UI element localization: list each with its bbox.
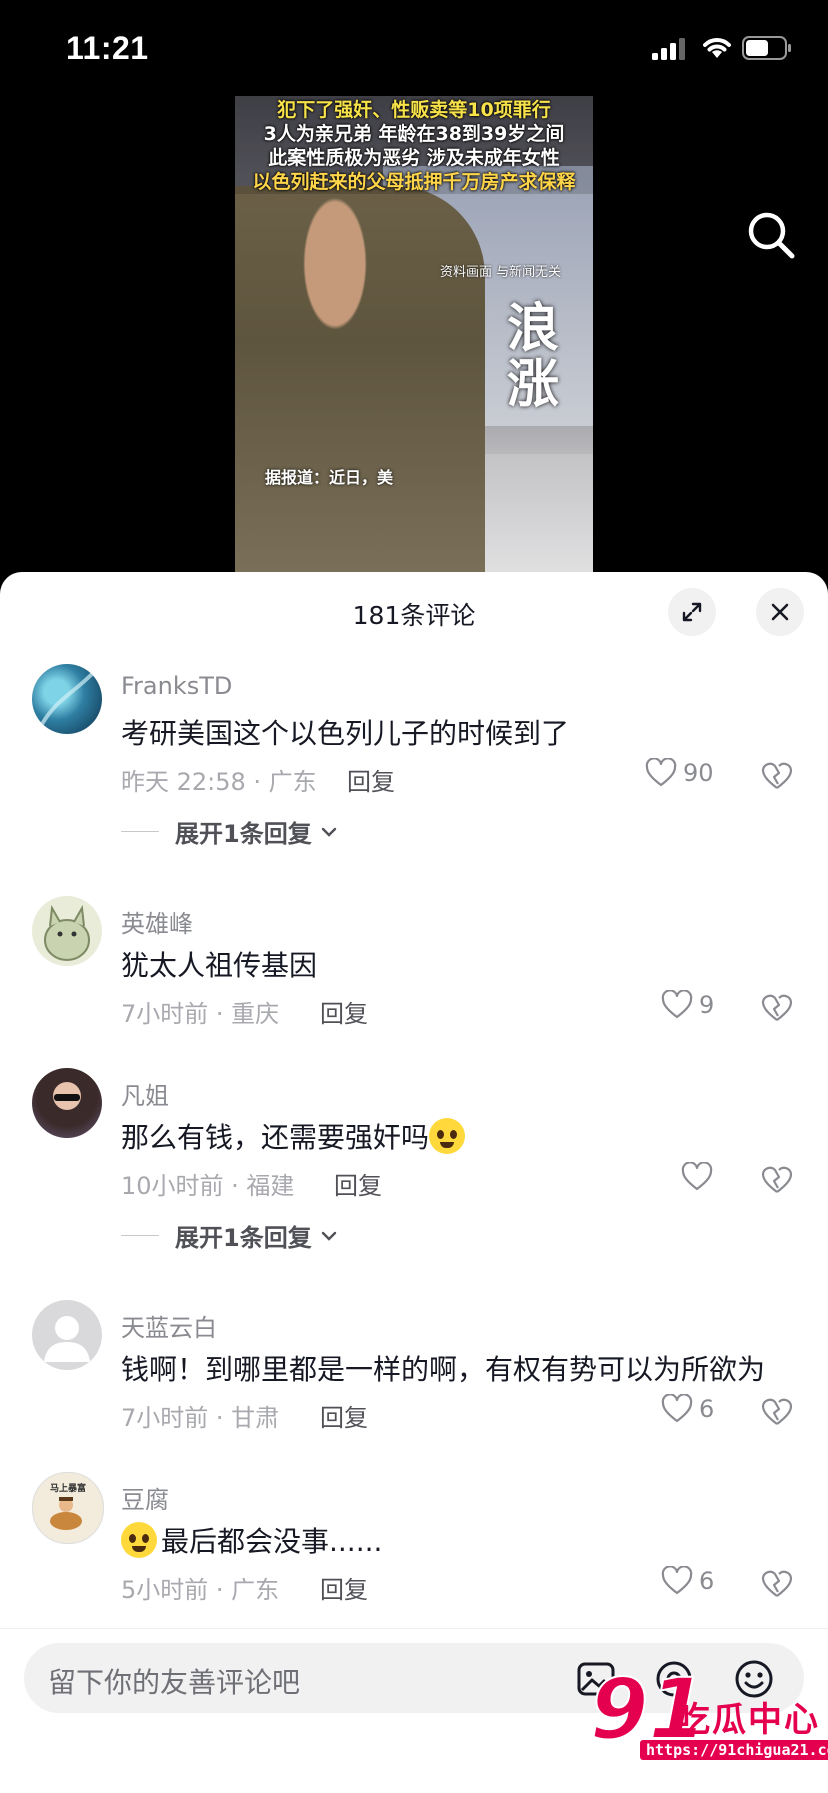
expand-replies-label: 展开1条回复 [175,820,312,848]
dislike-icon[interactable] [760,990,794,1024]
close-icon [771,603,789,621]
status-time: 11:21 [66,30,149,66]
video-captions: 犯下了强奸、性贩卖等10项罪行 3人为亲兄弟 年龄在38到39岁之间 此案性质极… [235,96,593,194]
battery-icon [742,36,791,60]
heart-icon [661,1394,693,1423]
reply-button[interactable]: 回复 [320,1398,368,1433]
heart-icon [645,758,677,787]
avatar[interactable] [32,1068,102,1138]
comment-text-content: 那么有钱，还需要强奸吗 [121,1121,430,1154]
flushed-face-icon [429,1118,466,1154]
divider [121,831,159,832]
comment-text-content: 最后都会没事...... [161,1525,383,1558]
comment-username[interactable]: 英雄峰 [121,904,193,939]
like-count: 6 [699,1395,715,1423]
video-note: 资料画面 与新闻无关 [440,265,562,280]
cellular-signal-icon [652,38,685,60]
crying-laughing-icon [121,1522,157,1558]
video-subtitle: 据报道：近日，美 [265,468,394,487]
search-icon[interactable] [744,208,798,262]
expand-replies-button[interactable]: 展开1条回复 [121,814,340,849]
avatar[interactable] [32,1300,102,1370]
reply-button[interactable]: 回复 [320,994,368,1029]
avatar[interactable]: 马上暴富 [32,1472,104,1544]
wifi-icon [703,38,731,58]
video-caption-3: 此案性质极为恶劣 涉及未成年女性 [268,147,560,169]
status-bar: 11:21 [0,0,828,96]
heart-icon [681,1162,713,1191]
dislike-icon[interactable] [760,1162,794,1196]
comment-meta: 10小时前 · 福建 [121,1172,295,1200]
like-count: 6 [699,1567,715,1595]
like-count: 90 [683,759,714,787]
watermark-url: https://91chigua21.com [640,1740,828,1760]
default-avatar-icon [44,1316,90,1362]
avatar-image [54,1094,80,1101]
chevron-down-icon [321,1231,336,1241]
video-person-figure [235,186,485,574]
expand-replies-label: 展开1条回复 [175,1224,312,1252]
video-caption-2: 3人为亲兄弟 年龄在38到39岁之间 [263,123,565,145]
video-area[interactable]: 犯下了强奸、性贩卖等10项罪行 3人为亲兄弟 年龄在38到39岁之间 此案性质极… [0,96,828,574]
comment-text: 最后都会没事...... [121,1520,382,1560]
comment-input-placeholder: 留下你的友善评论吧 [48,1666,301,1699]
expand-sheet-button[interactable] [668,588,716,636]
watermark-logo-text: 吃瓜中心 [676,1700,820,1740]
avatar-text: 马上暴富 [50,1482,86,1494]
comment-username[interactable]: FranksTD [121,672,232,700]
heart-icon [661,1566,693,1595]
video-watermark: 浪涨 [507,298,560,415]
comment-text: 钱啊！到哪里都是一样的啊，有权有势可以为所欲为 [121,1353,766,1386]
avatar-image [44,904,90,961]
close-sheet-button[interactable] [756,588,804,636]
comment-meta: 7小时前 · 重庆 [121,1000,280,1028]
video-caption-1: 犯下了强奸、性贩卖等10项罪行 [277,99,551,121]
like-button[interactable]: 6 [661,1566,714,1596]
like-button[interactable]: 6 [661,1394,714,1424]
expand-icon [682,602,702,622]
comment-meta: 7小时前 · 甘肃 [121,1404,280,1432]
like-button[interactable] [681,1162,719,1192]
comments-sheet: 181条评论 FranksTD 考研美国这个以色列儿子的时候到了 昨天 22:5… [0,572,828,1792]
heart-icon [661,990,693,1019]
avatar[interactable] [32,896,102,966]
avatar-image [40,672,94,726]
comment-meta: 昨天 22:58 · 广东 [121,768,317,796]
like-button[interactable]: 9 [661,990,714,1020]
comment-meta: 5小时前 · 广东 [121,1576,280,1604]
comment-text: 考研美国这个以色列儿子的时候到了 [121,717,570,750]
reply-button[interactable]: 回复 [347,762,395,797]
like-button[interactable]: 90 [645,758,714,788]
like-count: 9 [699,991,715,1019]
divider [121,1235,159,1236]
reply-button[interactable]: 回复 [320,1570,368,1605]
avatar[interactable] [32,664,102,734]
comment-username[interactable]: 天蓝云白 [121,1308,217,1343]
comment-text: 犹太人祖传基因 [121,949,318,982]
dislike-icon[interactable] [760,758,794,792]
comment-username[interactable]: 凡姐 [121,1076,169,1111]
chevron-down-icon [321,827,336,837]
expand-replies-button[interactable]: 展开1条回复 [121,1218,340,1253]
comment-username[interactable]: 豆腐 [121,1480,169,1515]
avatar-image: 马上暴富 [50,1482,86,1530]
dislike-icon[interactable] [760,1566,794,1600]
reply-button[interactable]: 回复 [334,1166,382,1201]
comment-text: 那么有钱，还需要强奸吗 [121,1116,466,1156]
video-caption-4: 以色列赶来的父母抵押千万房产求保释 [252,171,576,193]
dislike-icon[interactable] [760,1394,794,1428]
video-thumbnail[interactable]: 犯下了强奸、性贩卖等10项罪行 3人为亲兄弟 年龄在38到39岁之间 此案性质极… [235,96,593,574]
